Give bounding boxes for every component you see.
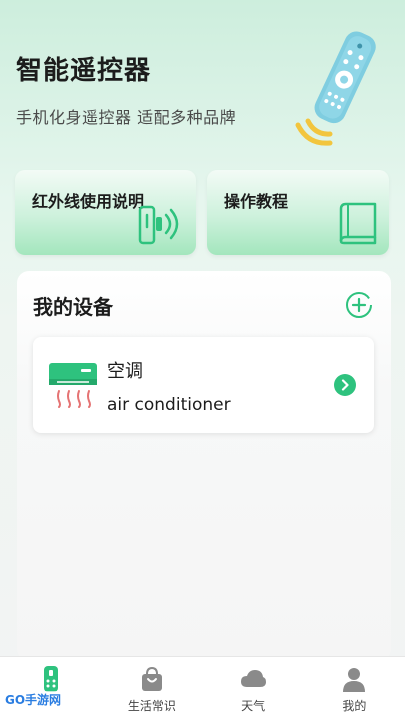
plus-circle-icon[interactable] — [345, 291, 373, 319]
watermark-logo: GO手游网 — [2, 691, 65, 708]
bag-icon — [141, 666, 162, 691]
tab-remote[interactable] — [0, 657, 101, 720]
infrared-icon — [138, 205, 179, 245]
device-item-air-conditioner[interactable]: 空调 air conditioner — [33, 337, 374, 433]
chevron-right-icon[interactable] — [334, 374, 356, 396]
tutorial-card[interactable]: 操作教程 — [207, 170, 389, 255]
book-icon — [339, 202, 377, 245]
tab-weather-label: 天气 — [241, 699, 266, 713]
my-devices-title: 我的设备 — [33, 295, 113, 319]
infrared-guide-label: 红外线使用说明 — [32, 192, 145, 211]
tab-mine[interactable]: 我的 — [304, 657, 405, 720]
device-subtitle: air conditioner — [107, 395, 231, 415]
remote-control-icon — [295, 31, 376, 146]
my-devices-panel: 我的设备 空调 air conditioner — [17, 271, 391, 661]
infrared-guide-card[interactable]: 红外线使用说明 — [15, 170, 196, 255]
tab-life-tips[interactable]: 生活常识 — [101, 657, 202, 720]
app-title: 智能遥控器 — [16, 56, 152, 86]
device-name: 空调 — [107, 361, 143, 382]
cloud-icon — [241, 670, 267, 687]
tab-weather[interactable]: 天气 — [203, 657, 304, 720]
remote-icon — [43, 666, 58, 692]
bottom-tab-bar: 生活常识 天气 我的 GO手游网 — [0, 656, 405, 720]
tutorial-label: 操作教程 — [224, 192, 289, 211]
user-icon — [343, 668, 366, 692]
tab-life-tips-label: 生活常识 — [127, 699, 176, 713]
app-subtitle: 手机化身遥控器 适配多种品牌 — [16, 108, 237, 127]
air-conditioner-icon — [49, 363, 97, 408]
tab-mine-label: 我的 — [342, 699, 367, 713]
